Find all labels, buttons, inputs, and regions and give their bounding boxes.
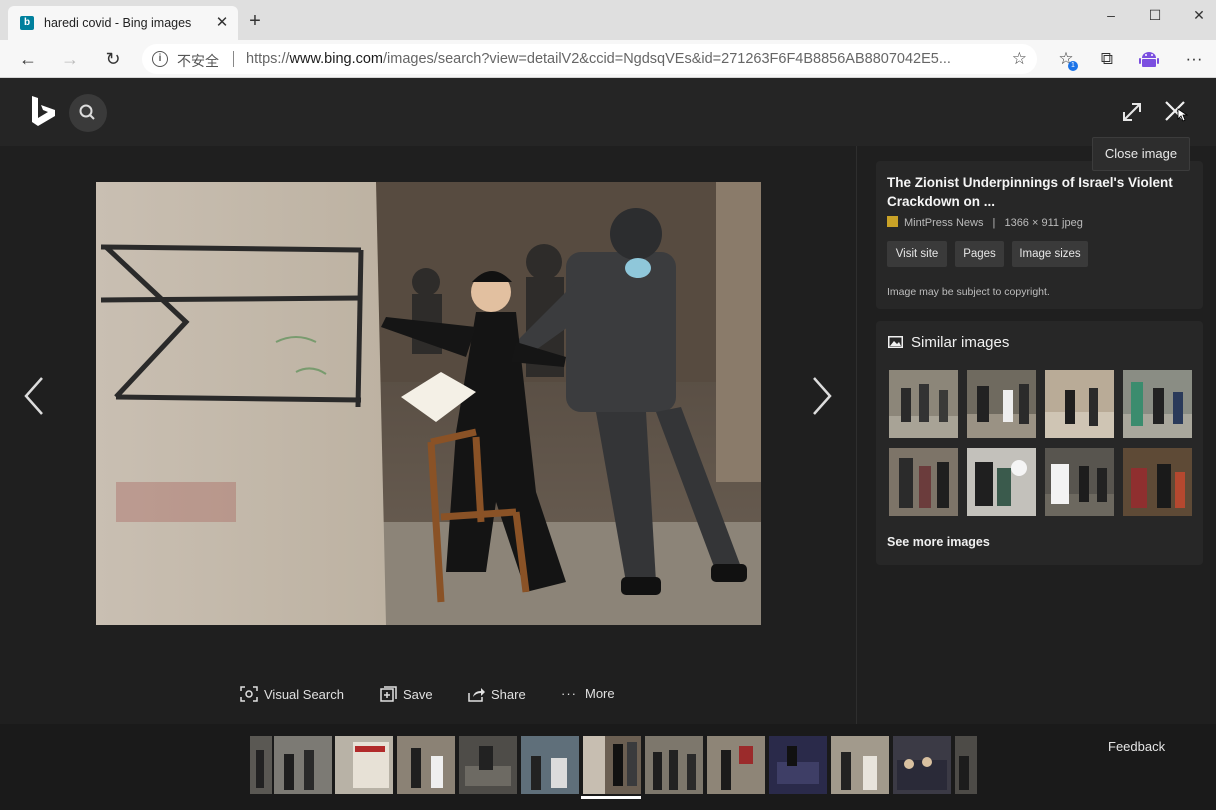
address-separator [233, 51, 234, 67]
notification-badge: 1 [1068, 61, 1078, 71]
similar-images-heading: Similar images [888, 334, 1009, 351]
filmstrip-thumb-2[interactable] [274, 736, 332, 794]
save-button[interactable]: Save [379, 686, 433, 702]
filmstrip: Feedback [0, 724, 1216, 810]
close-image-tooltip: Close image [1092, 137, 1190, 171]
image-info-card: The Zionist Underpinnings of Israel's Vi… [876, 161, 1203, 309]
browser-window: b haredi covid - Bing images ✕ + – ☐ ✕ ←… [0, 0, 1216, 810]
image-viewer: Close image Visual Search Save Share ···… [0, 78, 1216, 810]
source-row: MintPress News | 1366 × 911 jpeg [887, 216, 1083, 229]
back-arrow-icon[interactable]: ← [14, 45, 42, 73]
image-actions-bar: Visual Search Save Share ··· More [0, 676, 857, 716]
filmstrip-thumb-10[interactable] [769, 736, 827, 794]
url-prefix: https:// [246, 51, 290, 67]
refresh-icon[interactable]: ↻ [99, 45, 127, 73]
previous-image-icon[interactable] [20, 374, 50, 418]
visual-search-button[interactable]: Visual Search [240, 686, 344, 702]
filmstrip-thumb-11[interactable] [831, 736, 889, 794]
similar-images-title: Similar images [911, 334, 1010, 351]
image-dimensions: 1366 × 911 jpeg [1004, 217, 1083, 229]
tab-title: haredi covid - Bing images [44, 16, 192, 30]
save-label: Save [403, 687, 433, 702]
filmstrip-thumb-selected[interactable] [583, 736, 641, 794]
visit-site-button[interactable]: Visit site [887, 241, 947, 267]
url-path: /images/search?view=detailV2&ccid=NgdsqV… [383, 51, 951, 67]
window-close-icon[interactable]: ✕ [1176, 2, 1216, 30]
more-button[interactable]: ··· More [561, 686, 615, 701]
main-image-stage: Visual Search Save Share ··· More [0, 146, 857, 724]
similar-images-card: Similar images See more images [876, 321, 1203, 565]
source-favicon-icon [887, 216, 898, 227]
filmstrip-thumb-8[interactable] [645, 736, 703, 794]
tab-strip: b haredi covid - Bing images ✕ + – ☐ ✕ [0, 0, 1216, 40]
similar-image-8[interactable] [1123, 448, 1192, 516]
see-more-images-link[interactable]: See more images [887, 535, 990, 549]
share-button[interactable]: Share [467, 686, 526, 702]
security-status[interactable]: 不安全 [177, 51, 219, 71]
bing-logo-icon[interactable] [28, 94, 60, 128]
visual-search-label: Visual Search [264, 687, 344, 702]
more-label: More [585, 686, 615, 701]
address-bar[interactable]: i 不安全 https://www.bing.com/images/search… [142, 44, 1037, 74]
tab-bing-images[interactable]: b haredi covid - Bing images ✕ [8, 6, 238, 40]
filmstrip-thumb-12[interactable] [893, 736, 951, 794]
similar-image-7[interactable] [1045, 448, 1114, 516]
maximize-icon[interactable]: ☐ [1132, 2, 1178, 30]
main-image[interactable] [96, 182, 761, 625]
info-icon[interactable]: i [152, 51, 168, 67]
filmstrip-thumb-6[interactable] [521, 736, 579, 794]
forward-arrow-icon[interactable]: → [56, 45, 84, 73]
filmstrip-thumb-5[interactable] [459, 736, 517, 794]
similar-image-1[interactable] [889, 370, 958, 438]
filmstrip-thumb-1[interactable] [250, 736, 272, 794]
image-sizes-button[interactable]: Image sizes [1012, 241, 1088, 267]
filmstrip-thumb-13[interactable] [955, 736, 977, 794]
similar-image-4[interactable] [1123, 370, 1192, 438]
android-extension-icon[interactable] [1135, 45, 1163, 73]
similar-image-3[interactable] [1045, 370, 1114, 438]
search-button[interactable] [69, 94, 107, 132]
details-panel: The Zionist Underpinnings of Israel's Vi… [858, 146, 1216, 724]
similar-image-2[interactable] [967, 370, 1036, 438]
bing-favicon-icon: b [20, 16, 34, 30]
tab-close-icon[interactable]: ✕ [212, 13, 232, 33]
viewer-header [0, 78, 1216, 146]
filmstrip-thumb-3[interactable] [335, 736, 393, 794]
search-icon [79, 104, 95, 120]
next-image-icon[interactable] [806, 374, 836, 418]
close-image-icon[interactable] [1160, 96, 1190, 126]
pages-button[interactable]: Pages [955, 241, 1004, 267]
favorites-icon[interactable]: ☆ 1 [1052, 45, 1080, 73]
street-scene-image [96, 182, 761, 625]
image-icon [888, 336, 903, 348]
filmstrip-thumb-4[interactable] [397, 736, 455, 794]
copyright-notice: Image may be subject to copyright. [887, 286, 1050, 298]
share-label: Share [491, 687, 526, 702]
new-tab-icon[interactable]: + [244, 10, 266, 32]
visual-search-icon [240, 686, 258, 702]
filmstrip-thumb-9[interactable] [707, 736, 765, 794]
url-domain: www.bing.com [289, 51, 384, 67]
similar-image-6[interactable] [967, 448, 1036, 516]
filmstrip-selection-indicator [581, 796, 641, 799]
minimize-icon[interactable]: – [1088, 2, 1134, 30]
collections-icon[interactable]: ⧉ [1093, 45, 1121, 73]
source-name[interactable]: MintPress News [904, 217, 983, 229]
image-title-link[interactable]: The Zionist Underpinnings of Israel's Vi… [887, 173, 1192, 211]
more-dots-icon: ··· [561, 686, 577, 701]
browser-toolbar: ← → ↻ i 不安全 https://www.bing.com/images/… [0, 40, 1216, 78]
source-separator: | [992, 217, 996, 229]
url-text[interactable]: https://www.bing.com/images/search?view=… [246, 51, 951, 67]
save-icon [380, 686, 397, 702]
expand-icon[interactable] [1118, 98, 1146, 126]
share-icon [468, 688, 485, 702]
more-menu-icon[interactable]: ··· [1180, 45, 1208, 73]
similar-image-5[interactable] [889, 448, 958, 516]
feedback-link[interactable]: Feedback [1108, 739, 1165, 754]
add-favorite-star-icon[interactable]: ☆ [1012, 49, 1027, 69]
